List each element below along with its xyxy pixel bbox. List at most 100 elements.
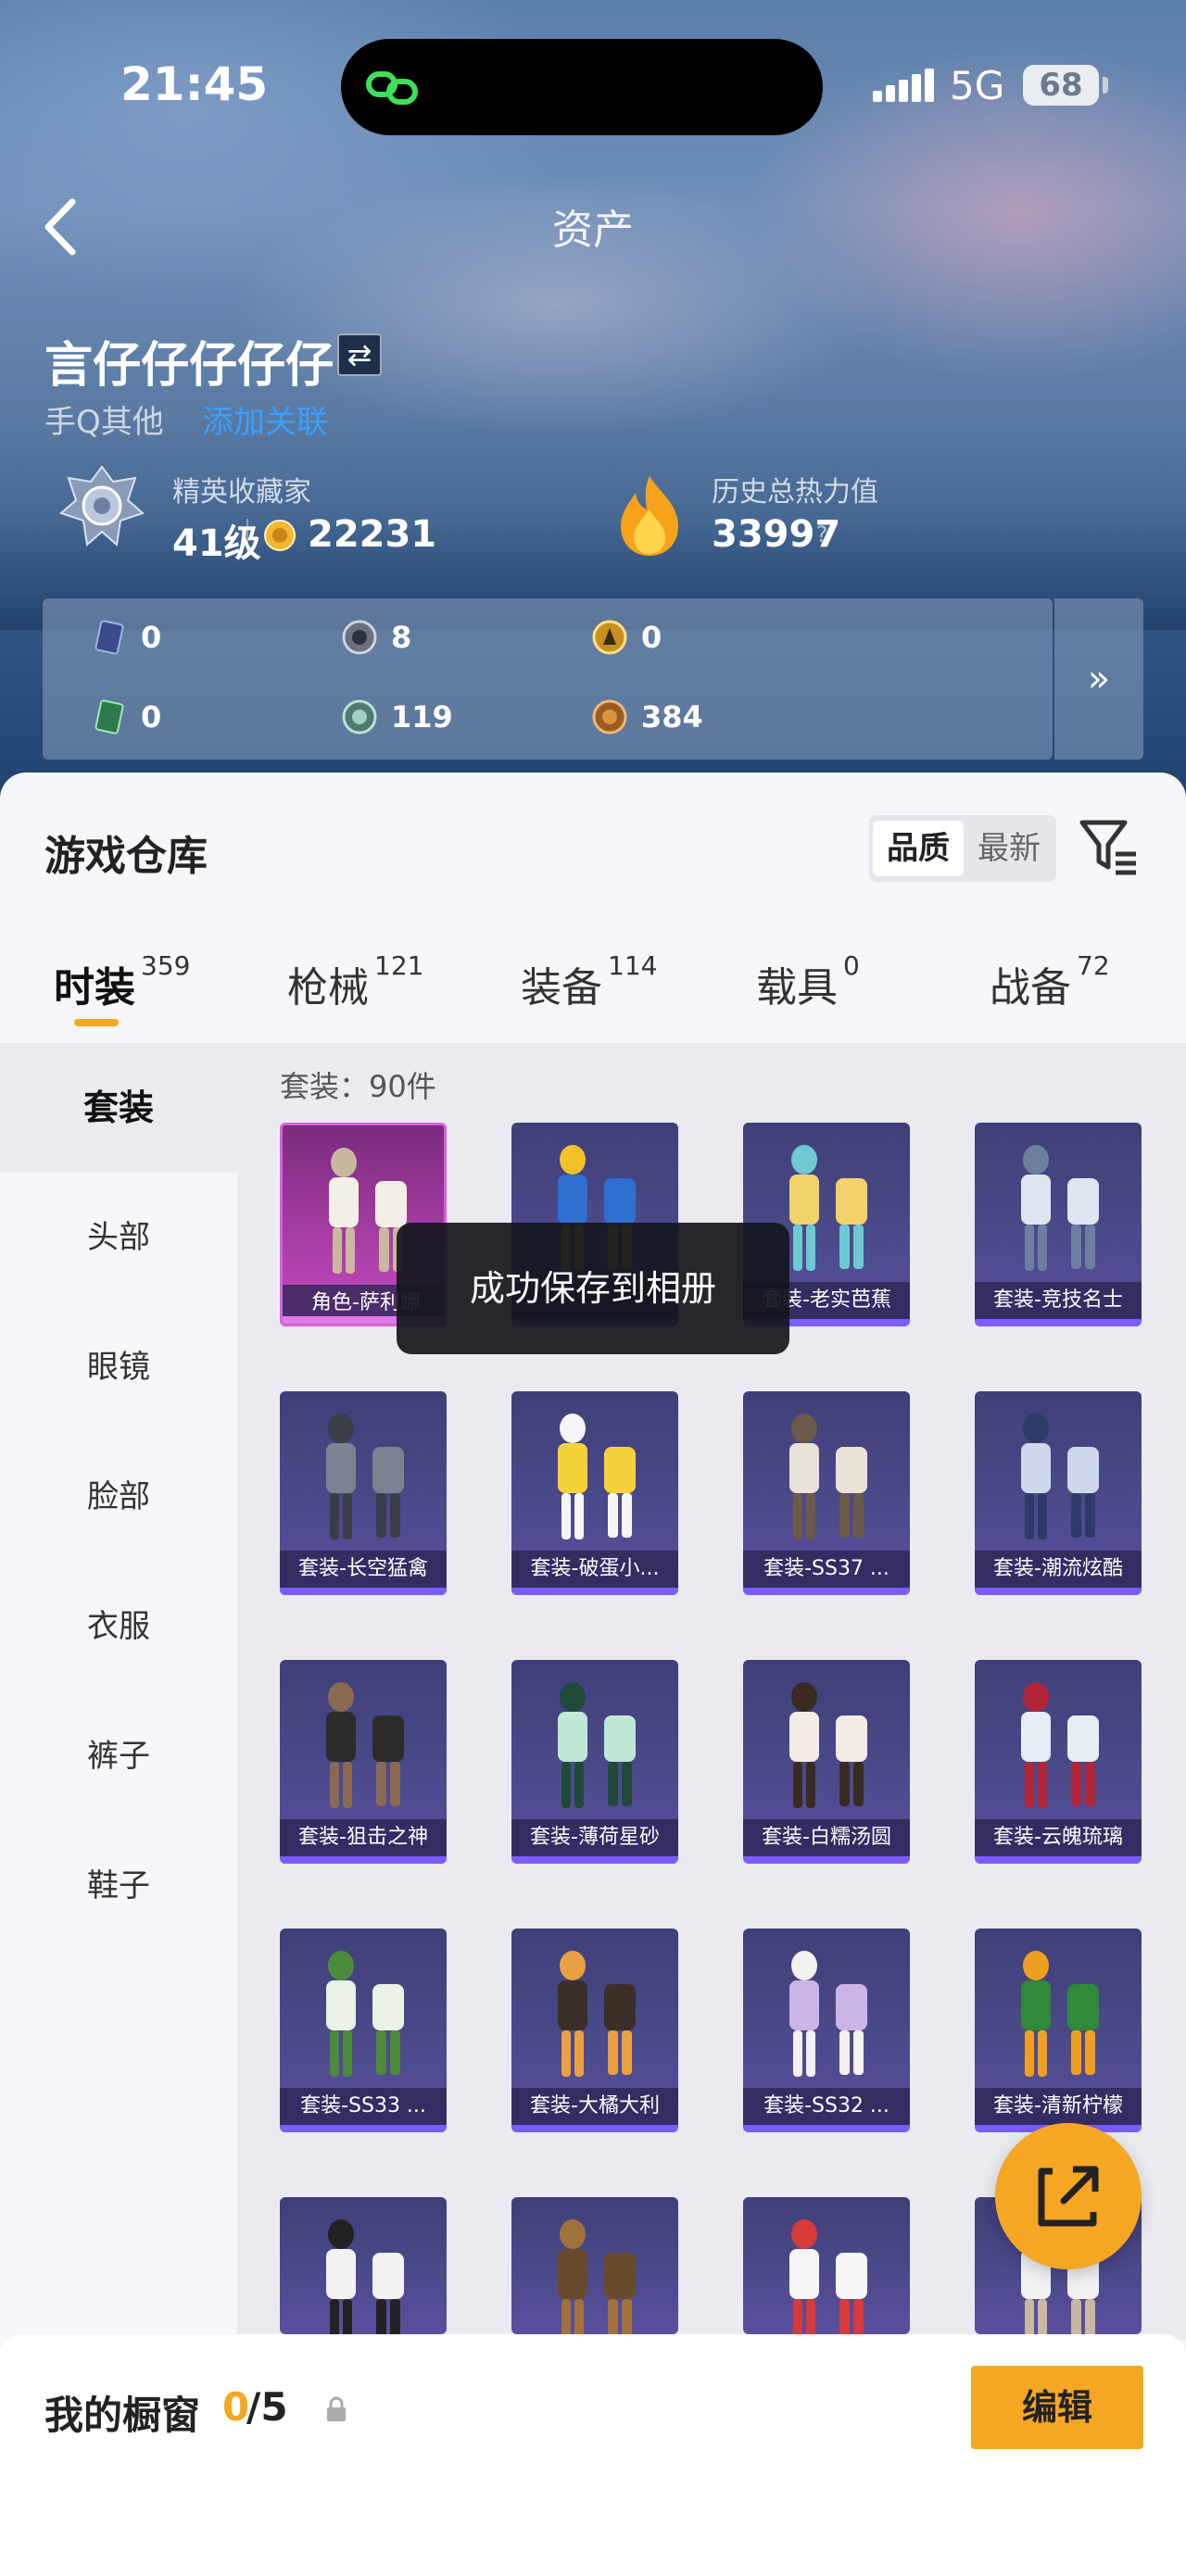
item-count-label: 套装：90件 (280, 1069, 436, 1104)
tab-fashion[interactable]: 时装 359 (54, 950, 190, 1013)
currency-value: 0 (141, 620, 162, 655)
tab-count: 359 (141, 950, 191, 981)
showcase-label: 我的橱窗 (44, 2393, 201, 2438)
swap-icon[interactable]: ⇄ (337, 333, 382, 376)
outfit-card[interactable]: 套装-潮流炫酷 (975, 1391, 1142, 1595)
rarity-bar (975, 1856, 1142, 1864)
outfit-card[interactable]: 套装-竞技名士 (975, 1123, 1142, 1326)
rarity-bar (511, 2125, 678, 2132)
rarity-bar (280, 1856, 447, 1864)
tab-count: 114 (608, 950, 658, 981)
tab-count: 72 (1077, 950, 1110, 981)
outfit-figure (789, 1951, 867, 2077)
currency-item: 384 (591, 697, 703, 737)
platform-link[interactable]: 添加关联 (202, 396, 328, 442)
category-item-pants[interactable]: 裤子 (0, 1691, 237, 1821)
outfit-card[interactable]: 套装-清新柠檬 (975, 1929, 1142, 2132)
category-item-shoes[interactable]: 鞋子 (0, 1821, 237, 1951)
currency-item: 0 (591, 617, 662, 658)
heat-title: 历史总热力值 (712, 476, 878, 509)
outfit-name: 套装-大橘大利 (511, 2088, 678, 2125)
currency-value: 384 (641, 699, 703, 735)
help-icon[interactable]: ? (810, 521, 834, 548)
currency-more-button[interactable]: » (1054, 598, 1143, 760)
coin-teal-icon (342, 699, 377, 735)
outfit-card[interactable]: 套装-SS37 ... (743, 1391, 910, 1595)
tab-underline (74, 1019, 119, 1026)
outfit-figure (558, 1951, 636, 2077)
outfit-figure (789, 1414, 867, 1539)
currency-value: 8 (391, 620, 412, 655)
outfit-card[interactable]: 套装-SS33 ... (280, 1929, 447, 2132)
rank-points: 22231 (308, 513, 437, 556)
outfit-card[interactable] (743, 2197, 910, 2334)
outfit-figure (326, 1414, 404, 1539)
rarity-bar (511, 1856, 678, 1864)
currency-item: 0 (91, 697, 161, 737)
edit-button[interactable]: 编辑 (971, 2366, 1143, 2449)
tab-label: 装备 (521, 964, 602, 1012)
outfit-card[interactable]: 套装-大橘大利 (511, 1929, 678, 2132)
outfit-figure (558, 1682, 636, 1808)
rarity-bar (743, 2125, 910, 2132)
share-icon[interactable] (995, 2123, 1142, 2269)
outfit-figure (1021, 1951, 1099, 2077)
warehouse-title: 游戏仓库 (44, 833, 208, 880)
coin-bronze-icon (592, 699, 627, 735)
filter-icon[interactable] (1079, 817, 1140, 876)
outfit-card[interactable]: 套装-狙击之神 (280, 1660, 447, 1864)
outfit-name: 套装-白糯汤圆 (743, 1819, 910, 1856)
outfit-figure (558, 1414, 636, 1539)
tab-firearms[interactable]: 枪械 121 (287, 950, 423, 1013)
category-item-suits[interactable]: 套装 (0, 1043, 237, 1173)
outfit-card[interactable] (280, 2197, 447, 2334)
card-green-icon (95, 699, 124, 735)
outfit-card[interactable]: 套装-薄荷星砂 (511, 1660, 678, 1864)
outfit-name: 套装-SS37 ... (743, 1551, 910, 1588)
outfit-figure (789, 2219, 867, 2334)
link-icon (366, 71, 418, 105)
status-time: 21:45 (120, 57, 269, 111)
currency-item: 0 (91, 617, 161, 658)
outfit-figure (326, 1682, 404, 1808)
sort-quality-button[interactable]: 品质 (873, 821, 964, 876)
sort-latest-button[interactable]: 最新 (964, 821, 1054, 876)
coin-gold-icon (592, 620, 627, 655)
rank-divider (246, 519, 248, 554)
network-label: 5G (950, 63, 1005, 108)
category-item-face[interactable]: 脸部 (0, 1432, 237, 1562)
currency-value: 0 (141, 699, 162, 735)
outfit-name: 套装-狙击之神 (280, 1819, 447, 1856)
category-item-glasses[interactable]: 眼镜 (0, 1302, 237, 1432)
currency-item: 119 (341, 697, 453, 737)
currency-panel (43, 598, 1053, 760)
outfit-figure (326, 1951, 404, 2077)
lock-icon (327, 2396, 346, 2421)
outfit-card[interactable]: 套装-云魄琉璃 (975, 1660, 1142, 1864)
rarity-bar (743, 1856, 910, 1864)
rarity-bar (975, 1319, 1142, 1326)
outfit-card[interactable]: 套装-长空猛禽 (280, 1391, 447, 1595)
tab-equipment[interactable]: 装备 114 (521, 950, 657, 1013)
outfit-card[interactable]: 套装-破蛋小... (511, 1391, 678, 1595)
category-item-head[interactable]: 头部 (0, 1173, 237, 1302)
rank-title: 精英收藏家 (172, 476, 311, 509)
outfit-card[interactable]: 套装-SS32 ... (743, 1929, 910, 2132)
rarity-bar (280, 1588, 447, 1595)
flame-icon (621, 476, 678, 556)
outfit-figure (326, 2219, 404, 2334)
outfit-card[interactable] (511, 2197, 678, 2334)
battery-nub (1103, 77, 1108, 94)
category-item-clothes[interactable]: 衣服 (0, 1562, 237, 1691)
tab-label: 战备 (990, 964, 1071, 1012)
outfit-name: 套装-SS32 ... (743, 2088, 910, 2125)
tab-supplies[interactable]: 战备 72 (990, 950, 1110, 1013)
collector-coin-icon (264, 520, 296, 551)
rarity-bar (280, 2125, 447, 2132)
showcase-used: 0 (222, 2384, 250, 2430)
outfit-card[interactable]: 套装-白糯汤圆 (743, 1660, 910, 1864)
tab-vehicles[interactable]: 载具 0 (756, 950, 860, 1013)
outfit-figure (1021, 1682, 1099, 1808)
outfit-name: 套装-潮流炫酷 (975, 1551, 1142, 1588)
rarity-bar (511, 1588, 678, 1595)
